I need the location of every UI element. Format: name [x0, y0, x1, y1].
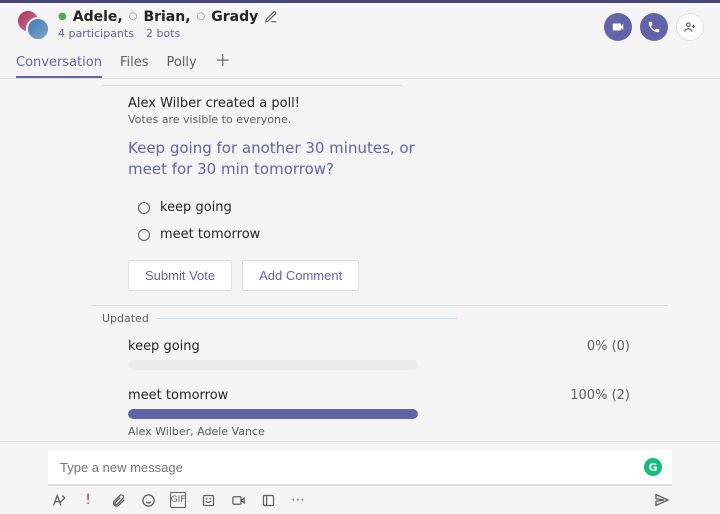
- presence-unknown-icon: ○: [197, 12, 206, 22]
- presence-available-icon: ●: [58, 12, 67, 22]
- poll-visibility: Votes are visible to everyone.: [128, 113, 630, 126]
- radio-icon: [138, 229, 150, 241]
- audio-call-button[interactable]: [640, 13, 668, 41]
- priority-icon[interactable]: !: [80, 492, 96, 508]
- result-voters: Alex Wilber, Adele Vance: [128, 425, 630, 438]
- result-pct: 0%: [587, 339, 608, 354]
- add-participant-button[interactable]: [676, 13, 704, 41]
- updated-rule: [157, 318, 457, 319]
- message-body: Alex Wilber created a poll! Votes are vi…: [0, 79, 720, 448]
- poll-option[interactable]: keep going: [138, 194, 630, 221]
- gif-icon[interactable]: GIF: [170, 492, 186, 508]
- poll-option-label: meet tomorrow: [160, 227, 260, 242]
- chat-title: ● Adele, ○ Brian, ○ Grady: [58, 9, 278, 25]
- extensions-icon[interactable]: [260, 492, 276, 508]
- divider: [90, 305, 668, 306]
- video-call-button[interactable]: [604, 13, 632, 41]
- chat-header: ● Adele, ○ Brian, ○ Grady 4 participants…: [0, 3, 720, 41]
- participant-name: Adele,: [73, 9, 123, 25]
- chat-tabs: Conversation Files Polly ＋: [0, 47, 720, 79]
- format-icon[interactable]: [50, 492, 66, 508]
- updated-label: Updated: [102, 312, 149, 325]
- result-label: keep going: [128, 339, 200, 354]
- send-button[interactable]: [654, 492, 670, 508]
- poll-results: keep going 0% (0) meet tomorrow 100% (2): [128, 339, 630, 448]
- result-bar-fill: [128, 409, 418, 419]
- avatar: [26, 17, 50, 41]
- add-comment-button[interactable]: Add Comment: [242, 260, 359, 291]
- result-row: keep going 0% (0): [128, 339, 630, 370]
- poll-option-label: keep going: [160, 200, 232, 215]
- presence-unknown-icon: ○: [129, 12, 138, 22]
- participant-name: Brian,: [143, 9, 190, 25]
- tab-polly[interactable]: Polly: [166, 47, 196, 78]
- poll-card: Alex Wilber created a poll! Votes are vi…: [90, 85, 630, 448]
- tab-files[interactable]: Files: [120, 47, 149, 78]
- submit-vote-button[interactable]: Submit Vote: [128, 260, 232, 291]
- participant-avatars: [16, 9, 48, 41]
- result-count: (0): [612, 339, 630, 354]
- poll-question: Keep going for another 30 minutes, or me…: [128, 138, 448, 180]
- poll-option[interactable]: meet tomorrow: [138, 221, 630, 248]
- result-bar: [128, 409, 418, 419]
- poll-author-line: Alex Wilber created a poll!: [128, 96, 630, 111]
- edit-title-icon[interactable]: [264, 10, 278, 24]
- grammarly-icon[interactable]: G: [644, 458, 662, 476]
- message-input[interactable]: [58, 459, 644, 476]
- more-icon[interactable]: ⋯: [290, 492, 306, 508]
- compose-box: G ! GIF ⋯: [0, 441, 720, 514]
- result-label: meet tomorrow: [128, 388, 228, 403]
- result-row: meet tomorrow 100% (2) Alex Wilber, Adel…: [128, 388, 630, 438]
- emoji-icon[interactable]: [140, 492, 156, 508]
- attach-icon[interactable]: [110, 492, 126, 508]
- add-tab-button[interactable]: ＋: [215, 47, 231, 78]
- new-message-rule: [102, 85, 402, 86]
- radio-icon: [138, 202, 150, 214]
- result-count: (2): [612, 388, 630, 403]
- sticker-icon[interactable]: [200, 492, 216, 508]
- result-pct: 100%: [570, 388, 607, 403]
- participant-name: Grady: [211, 9, 258, 25]
- tab-conversation[interactable]: Conversation: [16, 47, 102, 78]
- meeting-icon[interactable]: [230, 492, 246, 508]
- result-bar: [128, 360, 418, 370]
- participants-count[interactable]: 4 participants: [58, 27, 134, 40]
- bots-count[interactable]: 2 bots: [146, 27, 180, 40]
